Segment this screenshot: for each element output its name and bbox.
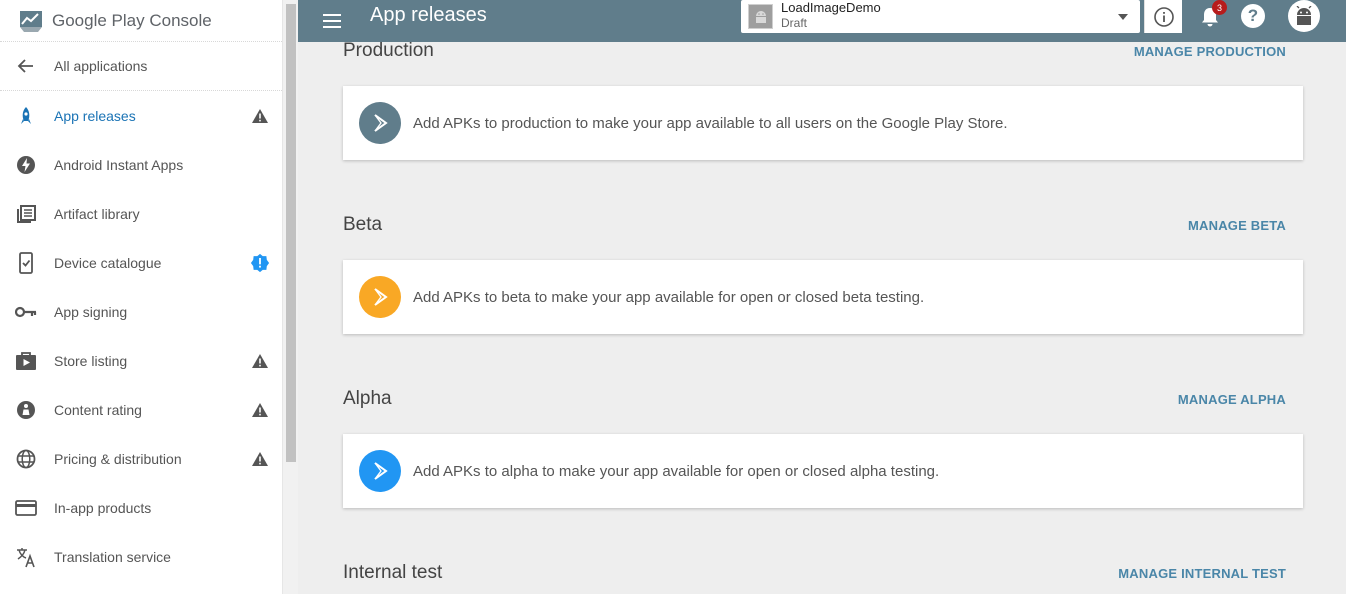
notification-count-badge: 3 [1212, 0, 1227, 15]
sidebar-item-device-catalogue[interactable]: Device catalogue [0, 238, 282, 287]
app-selector[interactable]: LoadImageDemo Draft [741, 0, 1140, 33]
beta-message: Add APKs to beta to make your app availa… [413, 288, 925, 306]
track-title-beta: Beta [343, 214, 383, 235]
top-bar: App releases LoadImageDemo Draft 3 ? [298, 0, 1346, 42]
alpha-message: Add APKs to alpha to make your app avail… [413, 462, 940, 480]
store-play-icon [14, 349, 38, 373]
production-message: Add APKs to production to make your app … [413, 114, 1008, 132]
production-card: Add APKs to production to make your app … [343, 86, 1303, 160]
key-icon [14, 300, 38, 324]
brand-name: Google Play Console [52, 10, 212, 30]
back-to-all-applications[interactable]: All applications [0, 42, 282, 91]
help-icon[interactable]: ? [1241, 4, 1265, 28]
manage-internal-test-link[interactable]: MANAGE INTERNAL TEST [1118, 566, 1286, 581]
app-status: Draft [781, 16, 808, 30]
avatar[interactable] [1288, 0, 1320, 32]
sidebar-item-label: Pricing & distribution [54, 450, 182, 467]
sidebar-item-store-listing[interactable]: Store listing [0, 336, 282, 385]
sidebar-item-android-instant-apps[interactable]: Android Instant Apps [0, 140, 282, 189]
play-icon [359, 276, 401, 318]
device-check-icon [14, 251, 38, 275]
library-icon [14, 202, 38, 226]
sidebar-scrollbar[interactable] [282, 0, 298, 594]
beta-card: Add APKs to beta to make your app availa… [343, 260, 1303, 334]
track-title-internal-test: Internal test [343, 562, 443, 583]
sidebar-item-label: Translation service [54, 548, 171, 565]
rocket-icon [14, 104, 38, 128]
sidebar-item-in-app-products[interactable]: In-app products [0, 483, 282, 532]
play-console-logo-icon [20, 10, 42, 32]
sidebar-item-app-signing[interactable]: App signing [0, 287, 282, 336]
manage-beta-link[interactable]: MANAGE BETA [1188, 218, 1286, 233]
globe-icon [14, 447, 38, 471]
play-icon [359, 102, 401, 144]
arrow-back-icon [14, 54, 38, 78]
credit-card-icon [14, 496, 38, 520]
sidebar-item-label: Artifact library [54, 205, 140, 222]
scrollbar-thumb[interactable] [286, 4, 296, 462]
rating-icon [14, 398, 38, 422]
alpha-card: Add APKs to alpha to make your app avail… [343, 434, 1303, 508]
brand[interactable]: Google Play Console [0, 0, 282, 42]
android-app-icon [748, 4, 773, 29]
manage-alpha-link[interactable]: MANAGE ALPHA [1178, 392, 1286, 407]
warning-icon [250, 351, 270, 371]
app-info-button[interactable] [1144, 0, 1182, 33]
sidebar-item-translation-service[interactable]: Translation service [0, 532, 282, 581]
track-title-production: Production [343, 40, 434, 61]
info-icon [1153, 6, 1174, 27]
sidebar-item-label: Device catalogue [54, 254, 162, 271]
warning-icon [250, 449, 270, 469]
sidebar-item-label: App releases [54, 107, 136, 124]
sidebar-item-label: Store listing [54, 352, 128, 369]
warning-icon [250, 400, 270, 420]
sidebar-item-label: In-app products [54, 499, 152, 516]
chevron-down-icon [1118, 14, 1128, 20]
app-name: LoadImageDemo [781, 0, 881, 15]
warning-icon [250, 106, 270, 126]
bolt-icon [14, 153, 38, 177]
menu-icon[interactable] [320, 9, 344, 33]
sidebar-item-label: Content rating [54, 401, 142, 418]
page-title: App releases [370, 4, 487, 26]
manage-production-link[interactable]: MANAGE PRODUCTION [1134, 44, 1286, 59]
sidebar-item-artifact-library[interactable]: Artifact library [0, 189, 282, 238]
translate-icon [14, 545, 38, 569]
back-label: All applications [54, 58, 148, 74]
track-title-alpha: Alpha [343, 388, 392, 409]
sidebar-item-content-rating[interactable]: Content rating [0, 385, 282, 434]
sidebar-item-pricing-distribution[interactable]: Pricing & distribution [0, 434, 282, 483]
sidebar-item-app-releases[interactable]: App releases [0, 91, 282, 140]
play-icon [359, 450, 401, 492]
release-tracks: Production MANAGE PRODUCTION Add APKs to… [298, 40, 1346, 594]
sidebar: Google Play Console All applications App… [0, 0, 282, 594]
sidebar-item-label: Android Instant Apps [54, 156, 184, 173]
sidebar-item-label: App signing [54, 303, 128, 320]
android-avatar-icon [1296, 6, 1312, 25]
info-badge-icon [250, 253, 270, 273]
